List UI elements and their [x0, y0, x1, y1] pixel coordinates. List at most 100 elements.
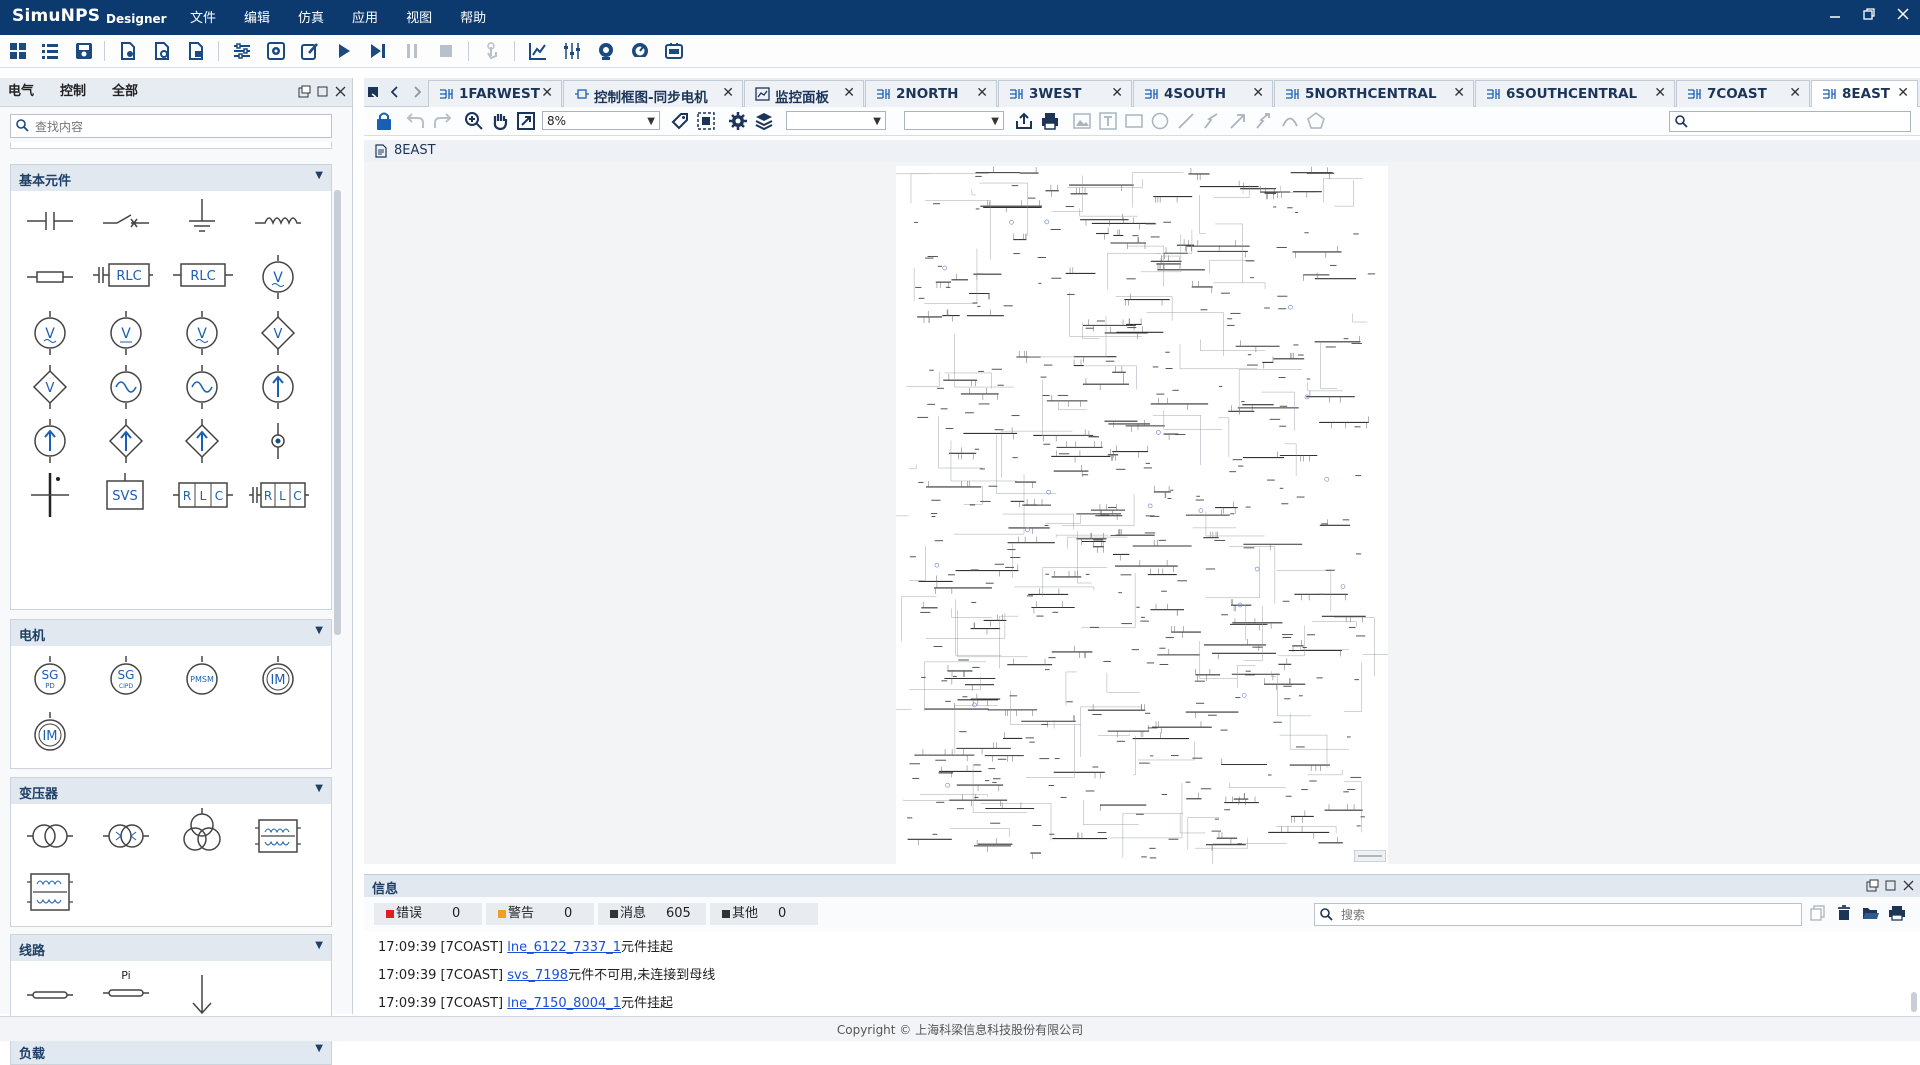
tab-electrical[interactable]: 电气: [8, 78, 34, 106]
rlc-block-component[interactable]: RLC: [171, 253, 235, 297]
transformer-2w-b-component[interactable]: [101, 812, 151, 860]
current-source-component[interactable]: [253, 363, 303, 411]
maximize-panel-button[interactable]: [316, 85, 329, 98]
tab-6southcentral[interactable]: 6SOUTHCENTRAL ✕: [1475, 80, 1675, 107]
minimize-button[interactable]: [1818, 0, 1852, 35]
section-loads[interactable]: 负载 ▼: [10, 1037, 332, 1065]
info-search-box[interactable]: [1314, 903, 1802, 926]
stop-icon[interactable]: [436, 41, 456, 61]
print-icon[interactable]: [1040, 111, 1060, 131]
rlc-series-component[interactable]: RLC: [91, 253, 155, 297]
close-tab-icon[interactable]: ✕: [976, 85, 988, 101]
voltage-source-3-component[interactable]: V: [101, 309, 151, 357]
tag-icon[interactable]: [670, 111, 690, 131]
maximize-icon[interactable]: [1884, 879, 1897, 892]
pan-hand-icon[interactable]: [490, 111, 510, 131]
new-doc-icon[interactable]: [118, 41, 138, 61]
im-component[interactable]: IM: [253, 654, 303, 702]
tab-list-icon[interactable]: [364, 82, 384, 102]
transformer-2w-component[interactable]: [25, 812, 75, 860]
close-tab-icon[interactable]: ✕: [1252, 85, 1264, 101]
controlled-current-2-component[interactable]: [177, 417, 227, 465]
mixer-icon[interactable]: [562, 41, 582, 61]
section-transformers[interactable]: 变压器 ▼: [10, 777, 332, 805]
log-scrollbar[interactable]: [1911, 992, 1917, 1012]
menu-help[interactable]: 帮助: [446, 0, 500, 35]
menu-edit[interactable]: 编辑: [230, 0, 284, 35]
settings-gear-icon[interactable]: [728, 111, 748, 131]
close-tab-icon[interactable]: ✕: [1453, 85, 1465, 101]
redo-icon[interactable]: [432, 111, 452, 131]
polyline-tool-icon[interactable]: [1202, 111, 1222, 131]
copy-icon[interactable]: [1810, 905, 1826, 921]
breadcrumb-current[interactable]: 8EAST: [394, 143, 436, 158]
transformer-core-component[interactable]: [253, 812, 303, 860]
rectangle-tool-icon[interactable]: [1124, 111, 1144, 131]
chevron-right-icon[interactable]: [410, 84, 424, 100]
close-panel-button[interactable]: [334, 85, 347, 98]
open-folder-icon[interactable]: [1862, 905, 1880, 921]
transformer-3w-component[interactable]: [177, 806, 227, 860]
device-icon[interactable]: [664, 41, 684, 61]
zoom-select[interactable]: 8% ▼: [542, 111, 660, 130]
style-select-2[interactable]: ▼: [904, 111, 1004, 130]
line-tool-icon[interactable]: [1176, 111, 1196, 131]
svs-component[interactable]: SVS: [95, 471, 155, 519]
undo-icon[interactable]: [406, 111, 426, 131]
log-component-link[interactable]: lne_6122_7337_1: [507, 940, 621, 955]
close-tab-icon[interactable]: ✕: [1111, 85, 1123, 101]
fit-view-icon[interactable]: [516, 111, 536, 131]
transformer-core-2-component[interactable]: [25, 868, 75, 916]
tab-control-diagram[interactable]: 控制框图-同步电机 ✕: [563, 80, 743, 107]
lock-icon[interactable]: [374, 111, 394, 131]
close-button[interactable]: [1886, 0, 1920, 35]
edit-icon[interactable]: [300, 41, 320, 61]
tab-8east[interactable]: 8EAST ✕: [1811, 80, 1918, 107]
zoom-in-icon[interactable]: [464, 111, 484, 131]
arc-tool-icon[interactable]: [1280, 111, 1300, 131]
section-lines[interactable]: 线路 ▼: [10, 934, 332, 962]
layers-icon[interactable]: [754, 111, 774, 131]
rlc-parallel-component[interactable]: RLC: [171, 471, 235, 519]
editor-search-box[interactable]: [1669, 111, 1911, 132]
voltage-source-2-component[interactable]: V: [25, 309, 75, 357]
log-component-link[interactable]: lne_7150_8004_1: [507, 996, 621, 1011]
chart-icon[interactable]: [528, 41, 548, 61]
arrow-tool-icon[interactable]: [1228, 111, 1248, 131]
print-icon[interactable]: [1888, 905, 1906, 921]
library-scrollbar[interactable]: [334, 190, 341, 635]
tab-2north[interactable]: 2NORTH ✕: [865, 80, 997, 107]
float-panel-button[interactable]: [298, 85, 311, 98]
step-icon[interactable]: [368, 41, 388, 61]
doc-settings-icon[interactable]: [152, 41, 172, 61]
pmsm-component[interactable]: PMSM: [177, 654, 227, 702]
controlled-voltage-component[interactable]: V: [253, 309, 303, 357]
resistor-component[interactable]: [25, 257, 75, 297]
tab-5northcentral[interactable]: 5NORTHCENTRAL ✕: [1274, 80, 1474, 107]
rlc-parallel-2-component[interactable]: RLC: [247, 471, 311, 519]
menu-file[interactable]: 文件: [176, 0, 230, 35]
inductor-component[interactable]: [253, 201, 303, 241]
voltage-source-4-component[interactable]: V: [177, 309, 227, 357]
ground-component[interactable]: [177, 197, 227, 237]
ground-arrow-component[interactable]: [177, 973, 227, 1019]
close-tab-icon[interactable]: ✕: [1654, 85, 1666, 101]
export-icon[interactable]: [1014, 111, 1034, 131]
controlled-current-component[interactable]: [101, 417, 151, 465]
monitor-icon[interactable]: [596, 41, 616, 61]
float-icon[interactable]: [1866, 879, 1879, 892]
tab-7coast[interactable]: 7COAST ✕: [1676, 80, 1810, 107]
grid-icon[interactable]: [8, 41, 28, 61]
gear-square-icon[interactable]: [266, 41, 286, 61]
tab-1farwest[interactable]: 1FARWEST ✕: [428, 80, 562, 107]
tab-control[interactable]: 控制: [60, 78, 86, 106]
bus-component[interactable]: [25, 471, 75, 519]
save-icon[interactable]: [74, 41, 94, 61]
library-search-input[interactable]: [33, 117, 327, 136]
breaker-component[interactable]: [101, 201, 151, 241]
pause-icon[interactable]: [402, 41, 422, 61]
im-2-component[interactable]: IM: [25, 710, 75, 758]
capacitor-component[interactable]: [25, 201, 75, 241]
voltage-source-component[interactable]: V: [253, 253, 303, 301]
freeform-tool-icon[interactable]: [1254, 111, 1274, 131]
